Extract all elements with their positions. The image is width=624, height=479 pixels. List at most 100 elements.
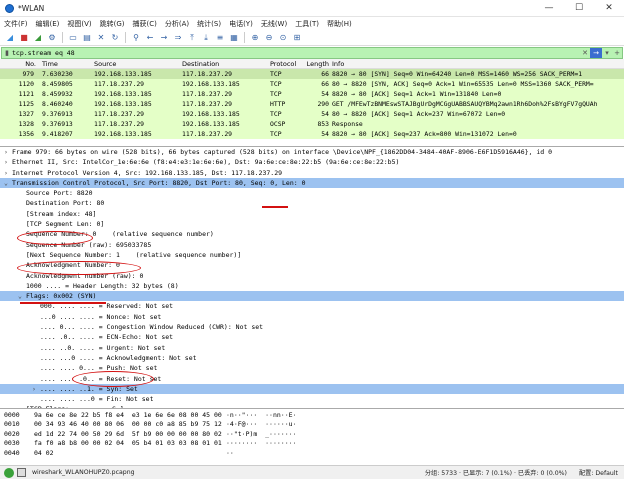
detail-line[interactable]: Destination Port: 80 <box>0 198 624 208</box>
menu-view[interactable]: 视图(V) <box>67 19 91 29</box>
detail-line[interactable]: Source Port: 8820 <box>0 188 624 198</box>
byte-row[interactable]: 0020 ed 1d 22 74 00 50 29 6d 5f b9 00 00 … <box>0 430 624 439</box>
collapsed-arrow-icon[interactable]: › <box>4 157 12 167</box>
menu-tools[interactable]: 工具(T) <box>295 19 319 29</box>
toolbar-separator <box>62 32 63 43</box>
detail-line[interactable]: ⌄ Flags: 0x002 (SYN) <box>0 291 624 302</box>
packet-cell-src: 117.18.237.29 <box>94 110 145 118</box>
detail-text: Frame 979: 66 bytes on wire (528 bits), … <box>12 148 553 156</box>
packet-cell-len: 290 <box>317 100 329 108</box>
save-file-icon[interactable]: ▤ <box>81 32 93 44</box>
zoom-normal-icon[interactable]: ⊙ <box>277 32 289 44</box>
status-profile[interactable]: 配置: Default <box>579 468 618 477</box>
column-header-info[interactable]: Info <box>332 60 624 68</box>
detail-line[interactable]: .... ...0 .... = Acknowledgment: Not set <box>0 353 624 363</box>
packet-row[interactable]: 1120 8.459805 117.18.237.29 192.168.133.185… <box>0 79 624 89</box>
expert-info-icon[interactable] <box>4 467 14 478</box>
annotation-underline-flags <box>20 302 106 304</box>
packet-cell-src: 192.168.133.185 <box>94 100 152 108</box>
restart-capture-icon[interactable]: ◢ <box>32 32 44 44</box>
detail-line[interactable]: Sequence Number: 0 (relative sequence nu… <box>0 229 624 239</box>
detail-line[interactable]: .... .0.. .... = ECN-Echo: Not set <box>0 332 624 342</box>
go-to-packet-icon[interactable]: ⇒ <box>172 32 184 44</box>
menu-analyze[interactable]: 分析(A) <box>165 19 189 29</box>
annotation-underline-seq <box>262 206 288 208</box>
byte-row[interactable]: 0040 04 02 ·· <box>0 449 624 458</box>
column-header-source[interactable]: Source <box>94 60 182 68</box>
open-file-icon[interactable]: ▭ <box>67 32 79 44</box>
clear-filter-icon[interactable]: ✕ <box>580 48 590 58</box>
display-filter-input[interactable]: tcp.stream eq 48 <box>12 49 580 57</box>
colorize-icon[interactable]: ▦ <box>228 32 240 44</box>
packet-cell-proto: TCP <box>270 90 282 98</box>
expanded-arrow-icon[interactable]: ⌄ <box>4 178 12 188</box>
byte-row[interactable]: 0000 9a 6e ce 8e 22 b5 f8 e4 e3 1e 6e 6e … <box>0 411 624 420</box>
maximize-button[interactable]: ☐ <box>564 0 594 17</box>
autoscroll-icon[interactable]: ≡ <box>214 32 226 44</box>
packet-cell-no: 1328 <box>18 120 34 128</box>
menu-help[interactable]: 帮助(H) <box>327 19 352 29</box>
detail-line[interactable]: [TCP Segment Len: 0] <box>0 219 624 229</box>
toolbar-separator <box>125 32 126 43</box>
collapsed-arrow-icon[interactable]: › <box>4 168 12 178</box>
apply-filter-icon[interactable]: → <box>590 48 602 58</box>
packet-row[interactable]: 1356 9.418207 192.168.133.185 117.18.237.29… <box>0 129 624 139</box>
packet-row[interactable]: 1121 8.459932 192.168.133.185 117.18.237.29… <box>0 89 624 99</box>
bookmark-icon[interactable]: ▮ <box>2 49 12 57</box>
menu-wireless[interactable]: 无线(W) <box>261 19 287 29</box>
find-packet-icon[interactable]: ⚲ <box>130 32 142 44</box>
detail-line[interactable]: Sequence Number (raw): 695033785 <box>0 240 624 250</box>
collapsed-arrow-icon[interactable]: › <box>4 147 12 157</box>
zoom-in-icon[interactable]: ⊕ <box>249 32 261 44</box>
capture-file-icon[interactable] <box>17 468 26 477</box>
column-header-protocol[interactable]: Protocol <box>270 60 306 68</box>
byte-hex: 00 34 93 46 40 00 80 06 00 00 c0 a8 85 b… <box>34 420 222 429</box>
go-back-icon[interactable]: ← <box>144 32 156 44</box>
detail-line[interactable]: ...0 .... .... = Nonce: Not set <box>0 312 624 322</box>
menu-go[interactable]: 跳转(G) <box>100 19 125 29</box>
capture-options-icon[interactable]: ⚙ <box>46 32 58 44</box>
menu-telephony[interactable]: 电话(Y) <box>229 19 253 29</box>
detail-line[interactable]: [Stream index: 48] <box>0 209 624 219</box>
collapsed-arrow-icon[interactable]: › <box>32 384 40 394</box>
stop-capture-icon[interactable]: ■ <box>18 32 30 44</box>
packet-row[interactable]: 1125 8.460240 192.168.133.185 117.18.237.29… <box>0 99 624 109</box>
detail-line[interactable]: .... ..0. .... = Urgent: Not set <box>0 343 624 353</box>
byte-row[interactable]: 0030 fa f0 a8 b8 00 00 02 04 05 b4 01 03 … <box>0 439 624 448</box>
last-packet-icon[interactable]: ⤓ <box>200 32 212 44</box>
go-forward-icon[interactable]: → <box>158 32 170 44</box>
packet-row[interactable]: 1328 9.376913 117.18.237.29 192.168.133.185… <box>0 119 624 129</box>
close-button[interactable]: ✕ <box>594 0 624 17</box>
detail-line[interactable]: 1000 .... = Header Length: 32 bytes (8) <box>0 281 624 291</box>
recent-filters-icon[interactable]: ▾ <box>602 48 612 58</box>
detail-line[interactable]: › Ethernet II, Src: IntelCor_1e:6e:6e (f8… <box>0 157 624 167</box>
column-header-destination[interactable]: Destination <box>182 60 270 68</box>
start-capture-icon[interactable]: ◢ <box>4 32 16 44</box>
column-header-no[interactable]: No. <box>0 60 36 68</box>
expanded-arrow-icon[interactable]: ⌄ <box>18 291 26 301</box>
minimize-button[interactable]: — <box>534 0 564 17</box>
detail-line[interactable]: .... .... ...0 = Fin: Not set <box>0 394 624 404</box>
collapsed-arrow-icon <box>32 363 40 373</box>
byte-row[interactable]: 0010 00 34 93 46 40 00 80 06 00 00 c0 a8 … <box>0 420 624 429</box>
close-file-icon[interactable]: ✕ <box>95 32 107 44</box>
resize-columns-icon[interactable]: ⊞ <box>291 32 303 44</box>
packet-row[interactable]: 979 7.630230 192.168.133.185 117.18.237.29 T… <box>0 69 624 79</box>
detail-line[interactable]: › Internet Protocol Version 4, Src: 192.1… <box>0 168 624 178</box>
detail-text: .... ..0. .... = Urgent: Not set <box>40 343 166 352</box>
menu-file[interactable]: 文件(F) <box>4 19 28 29</box>
detail-line[interactable]: ⌄ Transmission Control Protocol, Src Port… <box>0 177 624 189</box>
menu-statistics[interactable]: 统计(S) <box>197 19 221 29</box>
first-packet-icon[interactable]: ⤒ <box>186 32 198 44</box>
detail-line[interactable]: .... 0... .... = Congestion Window Reduc… <box>0 322 624 332</box>
detail-line[interactable]: [Next Sequence Number: 1 (relative seque… <box>0 250 624 260</box>
detail-line[interactable]: › Frame 979: 66 bytes on wire (528 bits),… <box>0 147 624 157</box>
zoom-out-icon[interactable]: ⊖ <box>263 32 275 44</box>
column-header-length[interactable]: Length <box>306 60 332 68</box>
column-header-time[interactable]: Time <box>36 60 94 68</box>
menu-edit[interactable]: 编辑(E) <box>36 19 60 29</box>
packet-row[interactable]: 1327 9.376913 117.18.237.29 192.168.133.185… <box>0 109 624 119</box>
menu-capture[interactable]: 捕获(C) <box>133 19 157 29</box>
add-filter-icon[interactable]: + <box>612 48 622 58</box>
reload-icon[interactable]: ↻ <box>109 32 121 44</box>
